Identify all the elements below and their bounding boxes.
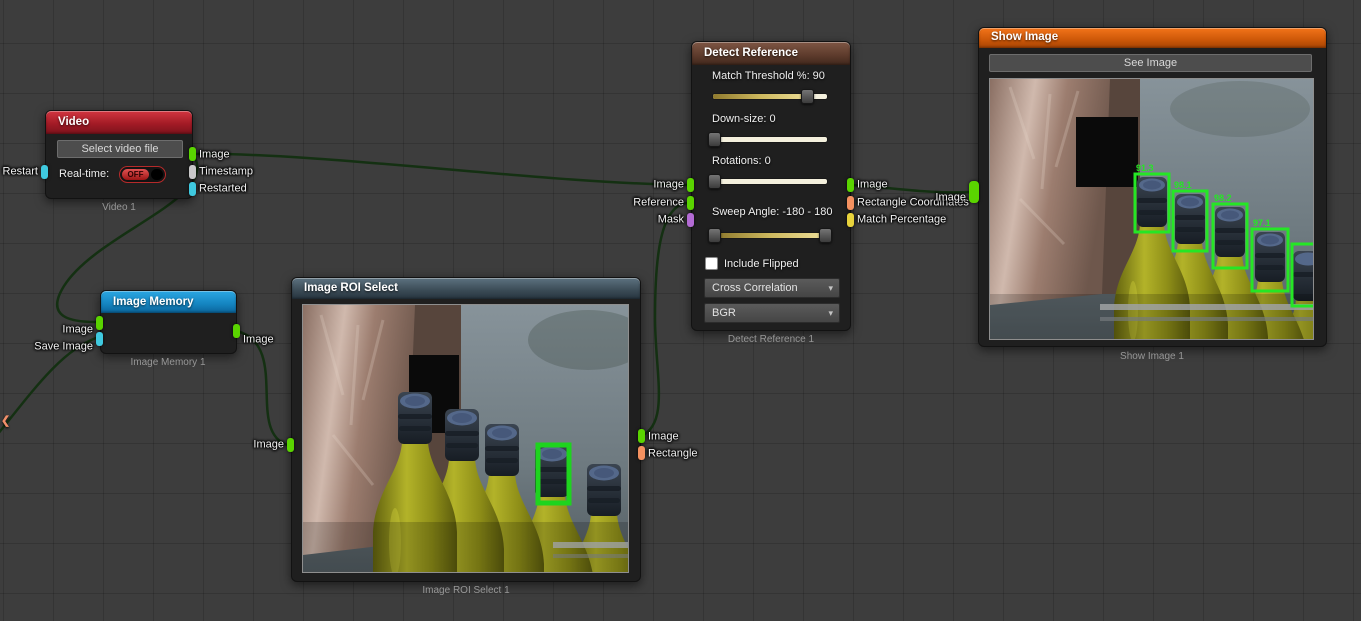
- port-video-restart-in[interactable]: [41, 165, 48, 179]
- port-label-detect-image-out: Image: [857, 179, 888, 192]
- port-roi-image-out[interactable]: [638, 429, 645, 443]
- node-detect-title: Detect Reference: [704, 47, 798, 59]
- node-video-caption: Video 1: [102, 202, 136, 213]
- port-video-image-out[interactable]: [189, 147, 196, 161]
- edge-memory-image-to-roi-image: [237, 331, 287, 445]
- node-show-caption: Show Image 1: [1120, 351, 1184, 362]
- select-video-file-button[interactable]: Select video file: [57, 140, 183, 158]
- port-roi-rectangle-out[interactable]: [638, 446, 645, 460]
- port-label-video-restarted: Restarted: [199, 183, 247, 196]
- show-image-scene: 91.3 98.1 98.2 97.1: [990, 79, 1313, 339]
- chevron-down-icon: ▾: [828, 279, 833, 297]
- port-show-image-in[interactable]: [969, 181, 979, 203]
- node-roi-header[interactable]: Image ROI Select: [292, 278, 640, 299]
- port-video-timestamp-out[interactable]: [189, 165, 196, 179]
- node-roi-select[interactable]: Image ROI Select: [291, 277, 641, 582]
- rotations-slider[interactable]: [712, 174, 828, 189]
- port-label-memory-save: Save Image: [34, 341, 93, 354]
- rotations-handle[interactable]: [708, 174, 721, 189]
- port-detect-matchpct-out[interactable]: [847, 213, 854, 227]
- port-detect-mask-in[interactable]: [687, 213, 694, 227]
- node-image-memory-title: Image Memory: [113, 296, 194, 308]
- svg-text:98.1: 98.1: [1174, 180, 1192, 190]
- show-image-preview: 91.3 98.1 98.2 97.1: [989, 78, 1314, 340]
- node-image-memory-header[interactable]: Image Memory: [101, 291, 236, 313]
- port-memory-image-out[interactable]: [233, 324, 240, 338]
- include-flipped-checkbox[interactable]: [705, 257, 718, 270]
- node-editor-canvas[interactable]: ❮ Video Select video file Real-time: OFF…: [0, 0, 1361, 621]
- realtime-toggle-knob: [151, 169, 163, 180]
- include-flipped-label: Include Flipped: [724, 258, 799, 270]
- match-method-value: Cross Correlation: [712, 282, 798, 294]
- port-label-detect-matchpct-out: Match Percentage: [857, 214, 946, 227]
- port-video-restarted-out[interactable]: [189, 182, 196, 196]
- port-detect-reference-in[interactable]: [687, 196, 694, 210]
- port-label-roi-rectangle-out: Rectangle: [648, 448, 698, 461]
- port-memory-image-in[interactable]: [96, 316, 103, 330]
- roi-scene: [303, 305, 628, 572]
- edge-video-image-to-detect-image: [193, 154, 687, 185]
- svg-text:97.1: 97.1: [1253, 218, 1271, 228]
- match-method-dropdown[interactable]: Cross Correlation ▾: [704, 278, 840, 298]
- svg-text:98.2: 98.2: [1214, 193, 1232, 203]
- port-label-detect-mask-in: Mask: [658, 214, 684, 227]
- sweep-angle-min-handle[interactable]: [708, 228, 721, 243]
- port-label-detect-reference-in: Reference: [633, 197, 684, 210]
- realtime-toggle-state: OFF: [122, 169, 149, 180]
- port-label-video-image: Image: [199, 149, 230, 162]
- port-detect-image-out[interactable]: [847, 178, 854, 192]
- roi-preview-image[interactable]: [302, 304, 629, 573]
- sweep-angle-slider[interactable]: [712, 228, 828, 243]
- offscreen-connection-marker: ❮: [1, 414, 10, 427]
- node-detect-reference[interactable]: Detect Reference Match Threshold %: 90 D…: [691, 41, 851, 331]
- match-threshold-label: Match Threshold %: 90: [712, 70, 825, 82]
- sweep-angle-track[interactable]: [712, 232, 828, 239]
- port-label-memory-image-out: Image: [243, 334, 274, 347]
- downsize-handle[interactable]: [708, 132, 721, 147]
- rotations-label: Rotations: 0: [712, 155, 771, 167]
- port-roi-image-in[interactable]: [287, 438, 294, 452]
- match-threshold-slider[interactable]: [712, 89, 828, 104]
- port-label-roi-image-out: Image: [648, 431, 679, 444]
- port-label-video-timestamp: Timestamp: [199, 166, 253, 179]
- edge-offscreen-to-memory-save: [0, 338, 96, 446]
- realtime-label: Real-time:: [59, 168, 109, 180]
- port-memory-save-in[interactable]: [96, 332, 103, 346]
- colorspace-value: BGR: [712, 307, 736, 319]
- downsize-track[interactable]: [712, 136, 828, 143]
- node-show-title: Show Image: [991, 31, 1058, 43]
- downsize-label: Down-size: 0: [712, 113, 776, 125]
- sweep-angle-label: Sweep Angle: -180 - 180: [712, 206, 832, 218]
- node-video-title: Video: [58, 116, 89, 128]
- port-label-restart: Restart: [3, 166, 38, 179]
- match-threshold-handle[interactable]: [801, 89, 814, 104]
- port-detect-image-in[interactable]: [687, 178, 694, 192]
- port-label-roi-image-in: Image: [253, 439, 284, 452]
- port-label-detect-image-in: Image: [653, 179, 684, 192]
- svg-text:91.3: 91.3: [1136, 163, 1154, 173]
- colorspace-dropdown[interactable]: BGR ▾: [704, 303, 840, 323]
- node-detect-caption: Detect Reference 1: [728, 334, 814, 345]
- node-roi-title: Image ROI Select: [304, 282, 398, 294]
- port-label-memory-image-in: Image: [62, 324, 93, 337]
- rotations-track[interactable]: [712, 178, 828, 185]
- node-image-memory[interactable]: Image Memory: [100, 290, 237, 354]
- node-roi-caption: Image ROI Select 1: [422, 585, 509, 596]
- node-video-header[interactable]: Video: [46, 111, 192, 134]
- node-detect-header[interactable]: Detect Reference: [692, 42, 850, 65]
- node-image-memory-caption: Image Memory 1: [130, 357, 205, 368]
- sweep-angle-max-handle[interactable]: [819, 228, 832, 243]
- edge-roi-image-to-detect-reference: [641, 203, 687, 436]
- node-video[interactable]: Video Select video file Real-time: OFF: [45, 110, 193, 199]
- node-show-header[interactable]: Show Image: [979, 28, 1326, 48]
- chevron-down-icon: ▾: [828, 304, 833, 322]
- port-label-show-image-in: Image: [935, 192, 966, 205]
- realtime-toggle[interactable]: OFF: [119, 166, 166, 183]
- port-detect-rectcoords-out[interactable]: [847, 196, 854, 210]
- node-show-image[interactable]: Show Image See Image: [978, 27, 1327, 347]
- downsize-slider[interactable]: [712, 132, 828, 147]
- see-image-button[interactable]: See Image: [989, 54, 1312, 72]
